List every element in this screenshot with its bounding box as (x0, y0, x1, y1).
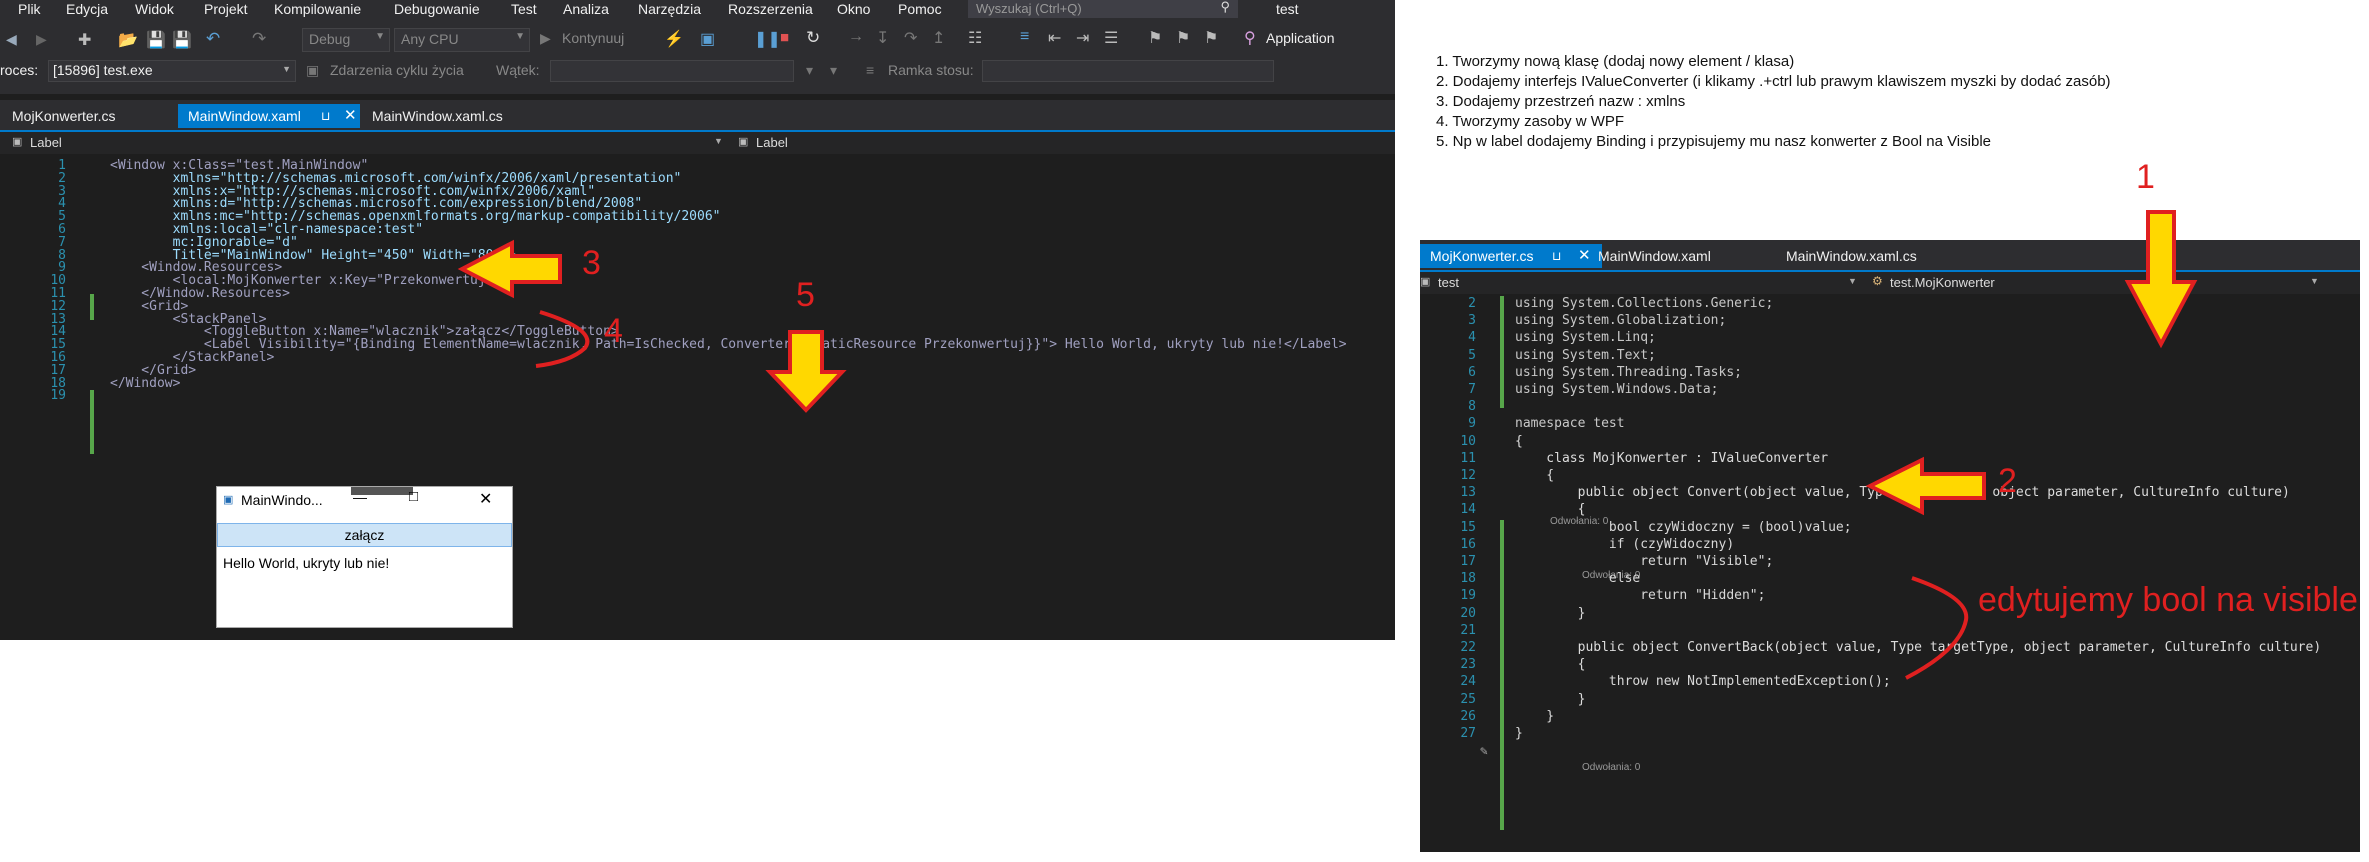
bracket-edit (1905, 576, 1969, 680)
annotation-number-1: 1 (2136, 158, 2155, 196)
arrow-3 (457, 239, 562, 299)
bracket-4 (535, 310, 590, 368)
arrow-2 (1865, 456, 1986, 516)
arrow-5 (765, 330, 847, 413)
arrow-1 (2124, 210, 2198, 349)
annotation-number-3: 3 (582, 244, 601, 282)
annotation-note: edytujemy bool na visible (1978, 581, 2358, 619)
annotation-number-5: 5 (796, 276, 815, 314)
annotation-number-2: 2 (1998, 462, 2017, 500)
annotation-number-4: 4 (604, 312, 623, 350)
annotation-layer (457, 210, 2198, 680)
